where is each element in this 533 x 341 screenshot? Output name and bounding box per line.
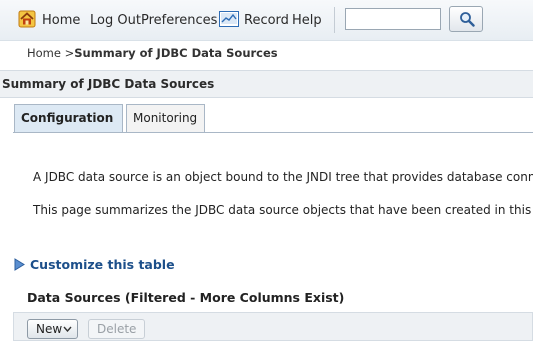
description-paragraph-1: A JDBC data source is an object bound to… — [33, 170, 533, 184]
expand-triangle-icon — [14, 258, 25, 271]
customize-table-link[interactable]: Customize this table — [14, 257, 175, 272]
tab-configuration[interactable]: Configuration — [14, 104, 123, 132]
tab-strip-divider — [13, 132, 533, 133]
logout-link[interactable]: Log Out — [90, 13, 141, 28]
help-link[interactable]: Help — [292, 13, 322, 28]
toolbar-divider — [334, 7, 335, 33]
home-link[interactable]: Home — [42, 13, 80, 28]
chevron-down-icon — [63, 326, 72, 332]
breadcrumb-current: Summary of JDBC Data Sources — [74, 46, 278, 60]
search-icon — [460, 12, 475, 27]
tab-monitoring[interactable]: Monitoring — [126, 104, 205, 132]
top-toolbar: Home Log Out Preferences Record Help — [0, 0, 533, 41]
search-input[interactable] — [345, 8, 441, 30]
new-button[interactable]: New — [27, 319, 78, 339]
page-title: Summary of JDBC Data Sources — [2, 77, 215, 91]
breadcrumb: Home >Summary of JDBC Data Sources — [27, 46, 278, 60]
description-paragraph-2: This page summarizes the JDBC data sourc… — [33, 203, 533, 217]
preferences-link[interactable]: Preferences — [141, 13, 217, 28]
page-title-bar: Summary of JDBC Data Sources — [0, 70, 533, 98]
breadcrumb-home[interactable]: Home > — [27, 46, 74, 60]
customize-table-label: Customize this table — [30, 257, 175, 272]
table-title: Data Sources (Filtered - More Columns Ex… — [27, 290, 345, 305]
search-button[interactable] — [449, 6, 483, 32]
record-icon[interactable] — [219, 10, 239, 28]
home-icon[interactable] — [18, 10, 36, 28]
record-link[interactable]: Record — [244, 13, 289, 28]
weblogic-console: Home Log Out Preferences Record Help Hom… — [0, 0, 533, 341]
new-button-label: New — [36, 322, 63, 336]
delete-button[interactable]: Delete — [88, 319, 145, 339]
